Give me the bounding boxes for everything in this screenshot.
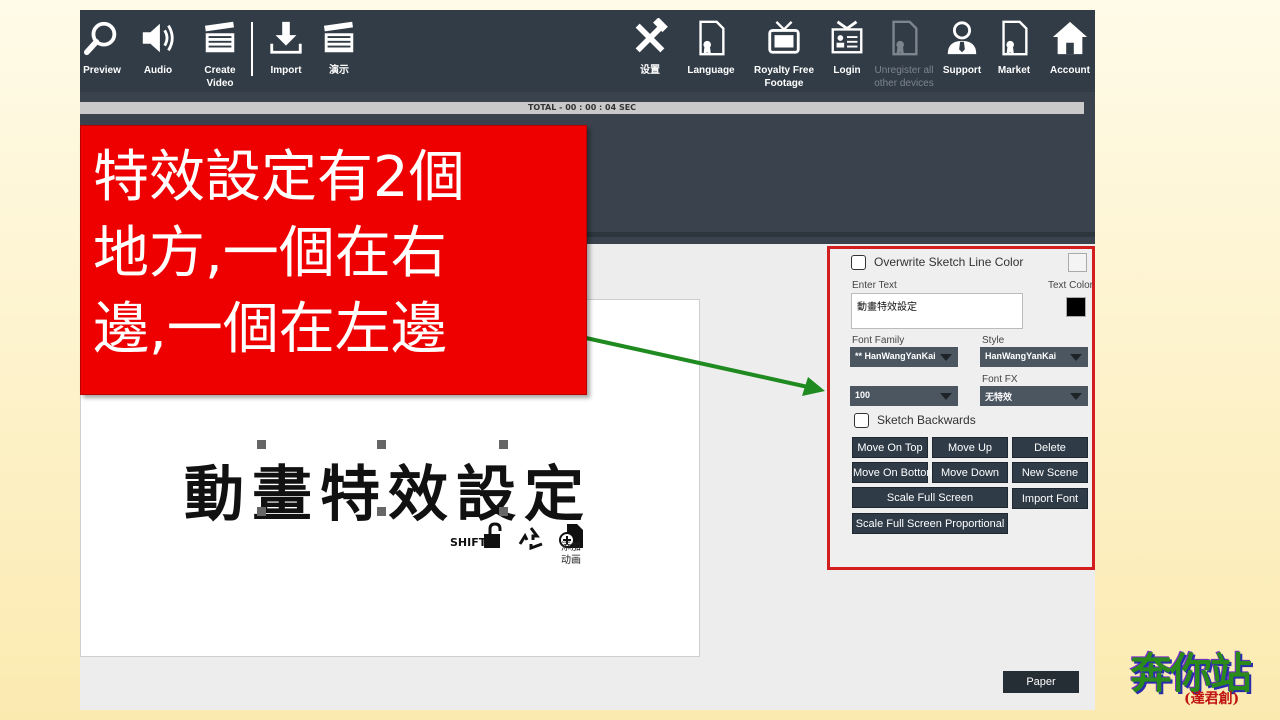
create-video-button[interactable]: Create Video — [190, 18, 250, 90]
account-label: Account — [1050, 65, 1090, 76]
market-label: Market — [997, 65, 1031, 76]
canvas-text-element[interactable]: 動畫特效設定 — [184, 446, 592, 533]
shift-label: SHIFT — [450, 536, 487, 549]
document-ribbon-icon — [892, 20, 918, 56]
font-fx-select[interactable]: 无特效 — [980, 386, 1088, 406]
login-button[interactable]: Login — [828, 18, 866, 77]
recycle-icon[interactable] — [517, 526, 545, 550]
royalty-free-footage-button[interactable]: Royalty Free Footage — [742, 18, 826, 90]
home-icon — [1052, 21, 1088, 55]
account-button[interactable]: Account — [1048, 18, 1092, 77]
download-icon — [270, 21, 302, 54]
text-color-swatch[interactable] — [1066, 297, 1086, 317]
unlock-icon[interactable] — [482, 522, 504, 550]
tools-icon — [635, 18, 668, 53]
document-ribbon-icon — [1002, 20, 1028, 56]
text-properties-panel: Overwrite Sketch Line Color Enter Text T… — [827, 246, 1095, 570]
preview-button[interactable]: Preview — [83, 18, 121, 77]
unregister-devices-label: Unregister all other devices — [874, 65, 934, 89]
move-up-button[interactable]: Move Up — [932, 437, 1008, 458]
speaker-icon — [142, 23, 174, 53]
clapperboard-icon — [204, 21, 235, 53]
enter-text-input[interactable]: 動畫特效設定 — [851, 293, 1023, 329]
sketch-backwards-label: Sketch Backwards — [877, 413, 976, 427]
chevron-down-icon — [940, 354, 952, 361]
user-tie-icon — [947, 21, 977, 55]
enter-text-label: Enter Text — [852, 280, 897, 291]
create-video-label: Create Video — [204, 65, 236, 89]
top-toolbar: Preview Audio Create Video Import 演示 设置 … — [80, 10, 1095, 92]
audio-label: Audio — [143, 65, 173, 76]
callout-text: 特效設定有2個 地方,一個在右 邊,一個在左邊 — [93, 145, 465, 362]
font-fx-value: 无特效 — [985, 392, 1013, 402]
toolbar-separator — [251, 22, 253, 76]
overwrite-sketch-color-label: Overwrite Sketch Line Color — [874, 255, 1024, 269]
style-value: HanWangYanKai — [985, 351, 1057, 361]
overwrite-sketch-color-checkbox[interactable] — [851, 255, 866, 270]
annotation-callout: 特效設定有2個 地方,一個在右 邊,一個在左邊 — [80, 125, 587, 395]
clapperboard-icon — [323, 21, 354, 53]
sketch-line-color-swatch[interactable] — [1068, 253, 1087, 272]
royalty-free-footage-label: Royalty Free Footage — [753, 65, 815, 89]
support-button[interactable]: Support — [942, 18, 982, 77]
resize-handle[interactable] — [499, 440, 508, 449]
chevron-down-icon — [1070, 393, 1082, 400]
add-animation-label: 添加 动画 — [561, 542, 581, 566]
scale-full-screen-proportional-button[interactable]: Scale Full Screen Proportional — [852, 513, 1008, 534]
resize-handle[interactable] — [257, 440, 266, 449]
support-label: Support — [942, 65, 982, 76]
font-family-select[interactable]: ** HanWangYanKai — [850, 347, 958, 367]
import-font-button[interactable]: Import Font — [1012, 488, 1088, 509]
demo-label: 演示 — [329, 65, 349, 76]
resize-handle[interactable] — [377, 507, 386, 516]
move-on-top-button[interactable]: Move On Top — [852, 437, 928, 458]
font-size-value: 100 — [855, 390, 871, 400]
settings-button[interactable]: 设置 — [628, 18, 672, 77]
language-button[interactable]: Language — [687, 18, 735, 77]
delete-button[interactable]: Delete — [1012, 437, 1088, 458]
font-fx-label: Font FX — [982, 374, 1018, 385]
style-select[interactable]: HanWangYanKai — [980, 347, 1088, 367]
font-size-select[interactable]: 100 — [850, 386, 958, 406]
total-time-bar: TOTAL - 00 : 00 : 04 SEC — [80, 102, 1084, 114]
scale-full-screen-button[interactable]: Scale Full Screen — [852, 487, 1008, 508]
unregister-devices-button[interactable]: Unregister all other devices — [874, 18, 934, 90]
resize-handle[interactable] — [377, 440, 386, 449]
paper-button[interactable]: Paper — [1003, 671, 1079, 693]
move-down-button[interactable]: Move Down — [932, 462, 1008, 483]
font-family-label: Font Family — [852, 335, 905, 346]
text-color-label: Text Color — [1048, 280, 1094, 291]
search-icon — [83, 21, 117, 56]
audio-button[interactable]: Audio — [138, 18, 178, 77]
site-logo: 奔你站 (達君創) — [1124, 640, 1274, 716]
preview-label: Preview — [83, 65, 121, 76]
style-label: Style — [982, 335, 1005, 346]
id-card-icon — [831, 20, 863, 54]
sketch-backwards-checkbox[interactable] — [854, 413, 869, 428]
document-ribbon-icon — [699, 20, 725, 56]
resize-handle[interactable] — [499, 507, 508, 516]
settings-label: 设置 — [640, 65, 660, 76]
green-arrow — [585, 336, 825, 396]
move-on-bottom-button[interactable]: Move On Bottom — [852, 462, 936, 483]
chevron-down-icon — [1070, 354, 1082, 361]
font-family-value: ** HanWangYanKai — [855, 351, 936, 361]
new-scene-button[interactable]: New Scene — [1012, 462, 1088, 483]
market-button[interactable]: Market — [994, 18, 1034, 77]
login-label: Login — [833, 65, 861, 76]
logo-subtext: (達君創) — [1184, 691, 1240, 707]
demo-button[interactable]: 演示 — [319, 18, 359, 77]
language-label: Language — [687, 65, 735, 76]
resize-handle[interactable] — [257, 507, 266, 516]
import-label: Import — [270, 65, 302, 76]
chevron-down-icon — [940, 393, 952, 400]
import-button[interactable]: Import — [266, 18, 306, 77]
tv-icon — [768, 21, 800, 54]
